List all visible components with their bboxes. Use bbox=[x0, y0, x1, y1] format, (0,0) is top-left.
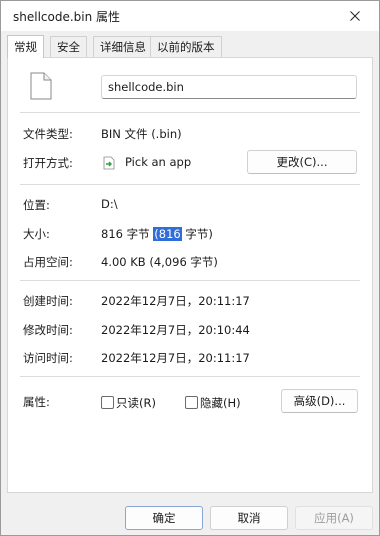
divider bbox=[20, 112, 360, 113]
close-icon bbox=[350, 11, 360, 21]
tab-details[interactable]: 详细信息 bbox=[93, 36, 153, 57]
size-value-suffix: 字节) bbox=[181, 227, 213, 241]
attributes-label: 属性: bbox=[23, 395, 50, 409]
open-with-value: Pick an app bbox=[125, 155, 192, 169]
general-panel: 文件类型: BIN 文件 (.bin) 打开方式: Pick an app 更改… bbox=[7, 57, 373, 493]
readonly-label[interactable]: 只读(R) bbox=[116, 395, 156, 411]
size-on-disk-label: 占用空间: bbox=[23, 255, 73, 269]
properties-window: shellcode.bin 属性 常规 安全 详细信息 以前的版本 文件类型: … bbox=[0, 0, 380, 536]
divider bbox=[20, 184, 360, 185]
modified-label: 修改时间: bbox=[23, 323, 73, 337]
ok-button[interactable]: 确定 bbox=[125, 506, 203, 530]
tab-security[interactable]: 安全 bbox=[50, 36, 87, 57]
hidden-label[interactable]: 隐藏(H) bbox=[200, 395, 241, 411]
location-label: 位置: bbox=[23, 198, 50, 212]
tab-general[interactable]: 常规 bbox=[7, 35, 44, 58]
size-value-selection: (816 bbox=[153, 227, 182, 241]
readonly-checkbox[interactable] bbox=[101, 396, 114, 409]
location-value: D:\ bbox=[101, 197, 118, 211]
hidden-checkbox[interactable] bbox=[185, 396, 198, 409]
tab-previous-versions[interactable]: 以前的版本 bbox=[150, 36, 222, 57]
open-with-label: 打开方式: bbox=[23, 156, 73, 170]
file-icon bbox=[30, 72, 52, 100]
change-button[interactable]: 更改(C)... bbox=[247, 150, 357, 174]
divider bbox=[20, 280, 360, 281]
created-label: 创建时间: bbox=[23, 294, 73, 308]
size-on-disk-value: 4.00 KB (4,096 字节) bbox=[101, 255, 218, 269]
pick-app-icon bbox=[103, 156, 115, 170]
advanced-button[interactable]: 高级(D)... bbox=[281, 389, 358, 413]
modified-value: 2022年12月7日，20:10:44 bbox=[101, 323, 250, 337]
file-name-field[interactable] bbox=[101, 75, 357, 99]
size-label: 大小: bbox=[23, 227, 50, 241]
close-button[interactable] bbox=[333, 1, 377, 31]
title-bar: shellcode.bin 属性 bbox=[1, 1, 379, 31]
size-value: 816 字节 (816 字节) bbox=[101, 226, 213, 242]
file-type-value: BIN 文件 (.bin) bbox=[101, 127, 182, 141]
size-value-prefix: 816 字节 bbox=[101, 227, 154, 241]
divider bbox=[20, 376, 360, 377]
accessed-label: 访问时间: bbox=[23, 351, 73, 365]
apply-button[interactable]: 应用(A) bbox=[295, 506, 373, 530]
created-value: 2022年12月7日，20:11:17 bbox=[101, 294, 250, 308]
file-type-label: 文件类型: bbox=[23, 127, 73, 141]
cancel-button[interactable]: 取消 bbox=[210, 506, 288, 530]
accessed-value: 2022年12月7日，20:11:17 bbox=[101, 351, 250, 365]
window-title: shellcode.bin 属性 bbox=[13, 10, 121, 24]
